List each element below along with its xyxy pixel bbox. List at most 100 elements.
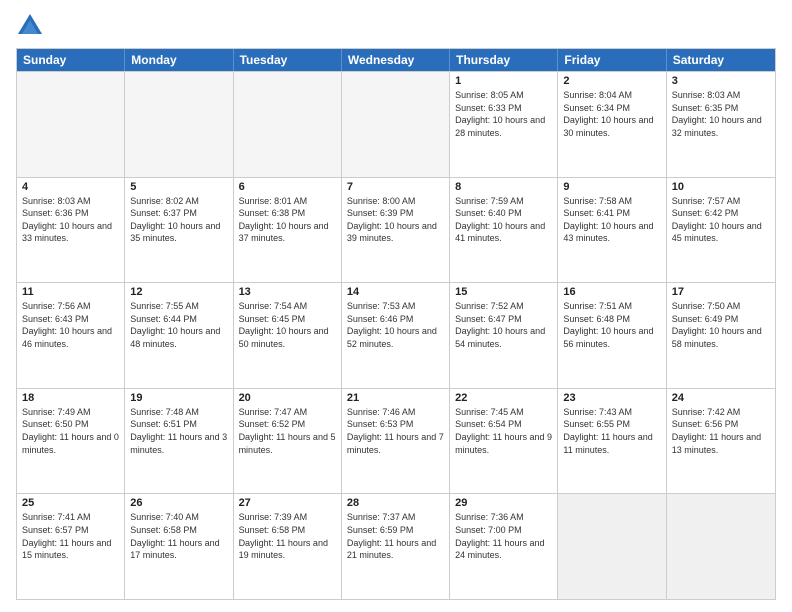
day-number: 25 xyxy=(22,497,119,509)
day-number: 3 xyxy=(672,75,770,87)
day-info: Sunrise: 7:47 AM Sunset: 6:52 PM Dayligh… xyxy=(239,406,336,456)
day-number: 24 xyxy=(672,392,770,404)
header-day-friday: Friday xyxy=(558,49,666,71)
day-info: Sunrise: 7:49 AM Sunset: 6:50 PM Dayligh… xyxy=(22,406,119,456)
day-info: Sunrise: 7:58 AM Sunset: 6:41 PM Dayligh… xyxy=(563,195,660,245)
day-info: Sunrise: 7:55 AM Sunset: 6:44 PM Dayligh… xyxy=(130,300,227,350)
day-number: 1 xyxy=(455,75,552,87)
day-cell-25: 25 Sunrise: 7:41 AM Sunset: 6:57 PM Dayli… xyxy=(17,494,125,599)
header-day-monday: Monday xyxy=(125,49,233,71)
empty-cell-4-5 xyxy=(558,494,666,599)
day-cell-20: 20 Sunrise: 7:47 AM Sunset: 6:52 PM Dayli… xyxy=(234,389,342,494)
day-number: 26 xyxy=(130,497,227,509)
day-info: Sunrise: 8:02 AM Sunset: 6:37 PM Dayligh… xyxy=(130,195,227,245)
day-info: Sunrise: 8:03 AM Sunset: 6:36 PM Dayligh… xyxy=(22,195,119,245)
day-cell-11: 11 Sunrise: 7:56 AM Sunset: 6:43 PM Dayli… xyxy=(17,283,125,388)
day-number: 16 xyxy=(563,286,660,298)
day-number: 6 xyxy=(239,181,336,193)
page: SundayMondayTuesdayWednesdayThursdayFrid… xyxy=(0,0,792,612)
day-info: Sunrise: 7:41 AM Sunset: 6:57 PM Dayligh… xyxy=(22,511,119,561)
day-cell-28: 28 Sunrise: 7:37 AM Sunset: 6:59 PM Dayli… xyxy=(342,494,450,599)
day-cell-12: 12 Sunrise: 7:55 AM Sunset: 6:44 PM Dayli… xyxy=(125,283,233,388)
day-cell-8: 8 Sunrise: 7:59 AM Sunset: 6:40 PM Daylig… xyxy=(450,178,558,283)
day-info: Sunrise: 8:04 AM Sunset: 6:34 PM Dayligh… xyxy=(563,89,660,139)
empty-cell-4-6 xyxy=(667,494,775,599)
day-number: 19 xyxy=(130,392,227,404)
day-info: Sunrise: 7:50 AM Sunset: 6:49 PM Dayligh… xyxy=(672,300,770,350)
day-number: 29 xyxy=(455,497,552,509)
header-day-sunday: Sunday xyxy=(17,49,125,71)
logo-icon xyxy=(16,12,44,40)
empty-cell-0-0 xyxy=(17,72,125,177)
day-number: 22 xyxy=(455,392,552,404)
day-info: Sunrise: 8:05 AM Sunset: 6:33 PM Dayligh… xyxy=(455,89,552,139)
header-day-thursday: Thursday xyxy=(450,49,558,71)
header xyxy=(16,12,776,40)
day-info: Sunrise: 7:54 AM Sunset: 6:45 PM Dayligh… xyxy=(239,300,336,350)
empty-cell-0-3 xyxy=(342,72,450,177)
day-cell-13: 13 Sunrise: 7:54 AM Sunset: 6:45 PM Dayli… xyxy=(234,283,342,388)
day-number: 5 xyxy=(130,181,227,193)
day-number: 28 xyxy=(347,497,444,509)
day-info: Sunrise: 7:59 AM Sunset: 6:40 PM Dayligh… xyxy=(455,195,552,245)
empty-cell-0-1 xyxy=(125,72,233,177)
day-info: Sunrise: 8:00 AM Sunset: 6:39 PM Dayligh… xyxy=(347,195,444,245)
day-cell-14: 14 Sunrise: 7:53 AM Sunset: 6:46 PM Dayli… xyxy=(342,283,450,388)
calendar-row-1: 4 Sunrise: 8:03 AM Sunset: 6:36 PM Daylig… xyxy=(17,177,775,283)
day-number: 9 xyxy=(563,181,660,193)
day-info: Sunrise: 7:42 AM Sunset: 6:56 PM Dayligh… xyxy=(672,406,770,456)
day-cell-18: 18 Sunrise: 7:49 AM Sunset: 6:50 PM Dayli… xyxy=(17,389,125,494)
day-number: 23 xyxy=(563,392,660,404)
day-number: 8 xyxy=(455,181,552,193)
day-cell-22: 22Sunrise: 7:45 AM Sunset: 6:54 PM Dayli… xyxy=(450,389,558,494)
header-day-saturday: Saturday xyxy=(667,49,775,71)
day-cell-7: 7Sunrise: 8:00 AM Sunset: 6:39 PM Daylig… xyxy=(342,178,450,283)
logo xyxy=(16,12,48,40)
day-info: Sunrise: 7:40 AM Sunset: 6:58 PM Dayligh… xyxy=(130,511,227,561)
day-number: 12 xyxy=(130,286,227,298)
day-number: 27 xyxy=(239,497,336,509)
day-cell-19: 19 Sunrise: 7:48 AM Sunset: 6:51 PM Dayli… xyxy=(125,389,233,494)
day-number: 20 xyxy=(239,392,336,404)
day-cell-26: 26 Sunrise: 7:40 AM Sunset: 6:58 PM Dayli… xyxy=(125,494,233,599)
day-info: Sunrise: 7:52 AM Sunset: 6:47 PM Dayligh… xyxy=(455,300,552,350)
day-number: 13 xyxy=(239,286,336,298)
day-number: 21 xyxy=(347,392,444,404)
calendar-row-2: 11 Sunrise: 7:56 AM Sunset: 6:43 PM Dayli… xyxy=(17,282,775,388)
day-number: 2 xyxy=(563,75,660,87)
day-cell-1: 1 Sunrise: 8:05 AM Sunset: 6:33 PM Daylig… xyxy=(450,72,558,177)
day-info: Sunrise: 8:03 AM Sunset: 6:35 PM Dayligh… xyxy=(672,89,770,139)
day-info: Sunrise: 7:56 AM Sunset: 6:43 PM Dayligh… xyxy=(22,300,119,350)
calendar-row-4: 25 Sunrise: 7:41 AM Sunset: 6:57 PM Dayli… xyxy=(17,493,775,599)
day-number: 10 xyxy=(672,181,770,193)
day-cell-3: 3 Sunrise: 8:03 AM Sunset: 6:35 PM Daylig… xyxy=(667,72,775,177)
day-cell-27: 27 Sunrise: 7:39 AM Sunset: 6:58 PM Dayli… xyxy=(234,494,342,599)
day-cell-2: 2 Sunrise: 8:04 AM Sunset: 6:34 PM Daylig… xyxy=(558,72,666,177)
day-number: 4 xyxy=(22,181,119,193)
day-cell-5: 5 Sunrise: 8:02 AM Sunset: 6:37 PM Daylig… xyxy=(125,178,233,283)
day-info: Sunrise: 7:39 AM Sunset: 6:58 PM Dayligh… xyxy=(239,511,336,561)
day-number: 18 xyxy=(22,392,119,404)
day-info: Sunrise: 7:37 AM Sunset: 6:59 PM Dayligh… xyxy=(347,511,444,561)
day-cell-29: 29Sunrise: 7:36 AM Sunset: 7:00 PM Dayli… xyxy=(450,494,558,599)
day-number: 17 xyxy=(672,286,770,298)
day-cell-9: 9 Sunrise: 7:58 AM Sunset: 6:41 PM Daylig… xyxy=(558,178,666,283)
day-number: 15 xyxy=(455,286,552,298)
day-number: 11 xyxy=(22,286,119,298)
day-info: Sunrise: 8:01 AM Sunset: 6:38 PM Dayligh… xyxy=(239,195,336,245)
day-info: Sunrise: 7:46 AM Sunset: 6:53 PM Dayligh… xyxy=(347,406,444,456)
day-cell-17: 17 Sunrise: 7:50 AM Sunset: 6:49 PM Dayli… xyxy=(667,283,775,388)
day-cell-4: 4 Sunrise: 8:03 AM Sunset: 6:36 PM Daylig… xyxy=(17,178,125,283)
day-info: Sunrise: 7:51 AM Sunset: 6:48 PM Dayligh… xyxy=(563,300,660,350)
day-cell-23: 23 Sunrise: 7:43 AM Sunset: 6:55 PM Dayli… xyxy=(558,389,666,494)
day-number: 14 xyxy=(347,286,444,298)
day-info: Sunrise: 7:57 AM Sunset: 6:42 PM Dayligh… xyxy=(672,195,770,245)
day-cell-15: 15 Sunrise: 7:52 AM Sunset: 6:47 PM Dayli… xyxy=(450,283,558,388)
day-info: Sunrise: 7:48 AM Sunset: 6:51 PM Dayligh… xyxy=(130,406,227,456)
day-info: Sunrise: 7:53 AM Sunset: 6:46 PM Dayligh… xyxy=(347,300,444,350)
calendar: SundayMondayTuesdayWednesdayThursdayFrid… xyxy=(16,48,776,600)
day-cell-10: 10 Sunrise: 7:57 AM Sunset: 6:42 PM Dayli… xyxy=(667,178,775,283)
day-info: Sunrise: 7:43 AM Sunset: 6:55 PM Dayligh… xyxy=(563,406,660,456)
day-cell-16: 16 Sunrise: 7:51 AM Sunset: 6:48 PM Dayli… xyxy=(558,283,666,388)
calendar-header: SundayMondayTuesdayWednesdayThursdayFrid… xyxy=(17,49,775,71)
